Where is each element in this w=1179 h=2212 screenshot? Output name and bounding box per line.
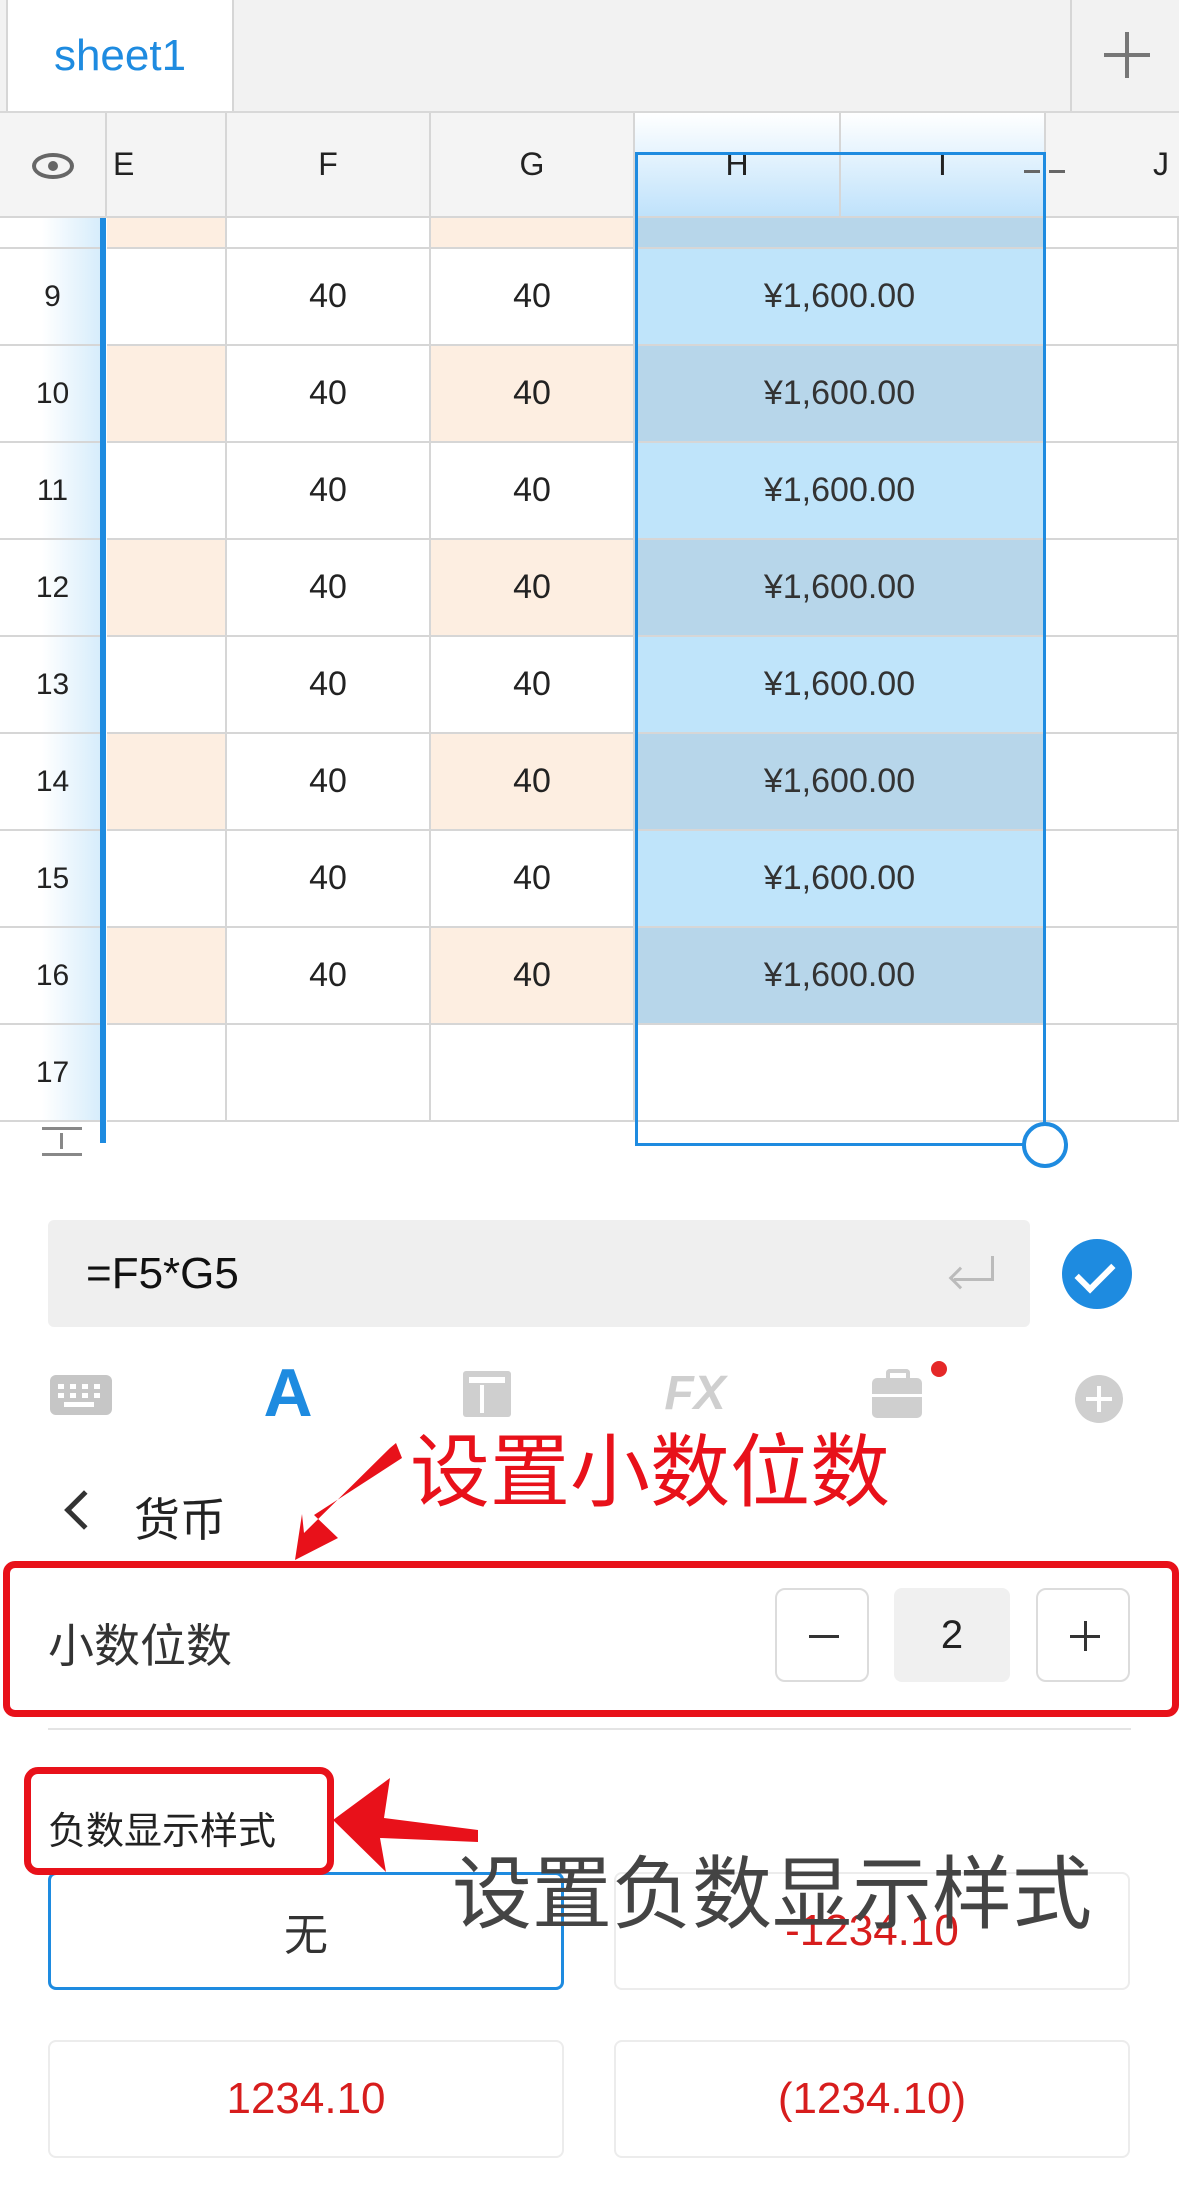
table-cell[interactable] [1046,249,1179,346]
table-cell[interactable] [1046,928,1179,1025]
column-header-g[interactable]: G [431,113,635,218]
table-cell[interactable]: 40 [227,928,431,1025]
select-all-corner[interactable] [0,113,107,218]
table-cell[interactable]: 40 [431,928,635,1025]
formula-input[interactable]: =F5*G5 [48,1220,1030,1327]
formula-bar: =F5*G5 [0,1188,1179,1338]
table-cell[interactable]: 40 [431,249,635,346]
table-cell[interactable]: 40 [227,443,431,540]
table-cell[interactable]: 40 [431,831,635,928]
table-cell[interactable] [1046,443,1179,540]
table-cell[interactable] [107,637,227,734]
table-cell[interactable] [1046,1025,1179,1122]
annotation-text-negative: 设置负数显示样式 [452,1850,1092,1939]
table-cell[interactable]: 40 [431,540,635,637]
table-cell[interactable]: ¥1,600.00 [635,928,1046,1025]
fill-handle[interactable] [1022,1122,1068,1168]
row-header[interactable]: 17 [0,1025,105,1122]
notification-dot [931,1361,947,1377]
row-header[interactable]: 11 [0,443,105,540]
row-header-selection-strip [100,218,106,1143]
row-header[interactable]: 14 [0,734,105,831]
back-chevron-icon [64,1490,104,1530]
tab-sheet1[interactable]: sheet1 [6,0,234,111]
table-cell[interactable]: ¥1,600.00 [635,443,1046,540]
table-cell[interactable] [1046,734,1179,831]
table-cell[interactable] [227,1025,431,1122]
table-cell[interactable] [107,928,227,1025]
freeze-columns-icon[interactable] [1022,153,1068,195]
enter-icon[interactable] [948,1256,994,1292]
table-cell[interactable]: 40 [431,637,635,734]
column-header-e[interactable]: E [107,113,227,218]
table-cell[interactable]: ¥1,600.00 [635,734,1046,831]
table-cell[interactable]: ¥1,600.00 [635,540,1046,637]
table-cell[interactable] [107,540,227,637]
row-header[interactable]: 12 [0,540,105,637]
annotation-text-decimal: 设置小数位数 [410,1428,890,1517]
table-cell[interactable]: 40 [431,443,635,540]
table-cell[interactable]: ¥1,600.00 [635,249,1046,346]
table-cell[interactable] [107,249,227,346]
row-header[interactable]: 9 [0,249,105,346]
row-header[interactable]: 10 [0,346,105,443]
add-icon[interactable] [1075,1375,1123,1423]
table-cell[interactable] [1046,831,1179,928]
table-cell[interactable]: 40 [227,249,431,346]
negative-option-red[interactable]: 1234.10 [48,2040,564,2158]
add-sheet-button[interactable] [1070,0,1179,111]
back-label: 货币 [134,1494,226,1546]
table-cell[interactable] [107,346,227,443]
table-cell[interactable] [107,443,227,540]
table-cell[interactable] [635,1025,1046,1122]
table-cell[interactable]: 40 [227,346,431,443]
table-cell[interactable] [107,1025,227,1122]
table-cell[interactable]: 40 [431,346,635,443]
annotation-highlight-decimal [3,1561,1179,1717]
keyboard-icon[interactable] [50,1375,112,1415]
font-style-icon[interactable]: A [252,1338,324,1448]
table-cell[interactable]: 40 [431,734,635,831]
column-header-h[interactable]: H [635,113,841,218]
table-cell[interactable]: 40 [227,831,431,928]
table-cell[interactable] [107,734,227,831]
row-header[interactable]: 15 [0,831,105,928]
table-cell[interactable] [1046,637,1179,734]
column-header-i[interactable]: I [841,113,1046,218]
column-header-f[interactable]: F [227,113,431,218]
table-cell[interactable] [1046,346,1179,443]
row-header[interactable]: 13 [0,637,105,734]
formula-text: =F5*G5 [86,1248,239,1298]
table-cell[interactable]: ¥1,600.00 [635,346,1046,443]
expand-rows-icon[interactable] [42,1125,82,1171]
divider [48,1728,1131,1730]
table-cell[interactable]: 40 [227,540,431,637]
eye-icon[interactable] [32,153,74,179]
table-cell[interactable] [107,831,227,928]
table-cell[interactable] [431,1025,635,1122]
table-cell[interactable]: ¥1,600.00 [635,831,1046,928]
table-cell[interactable]: 40 [227,637,431,734]
negative-option-parentheses[interactable]: (1234.10) [614,2040,1130,2158]
annotation-highlight-negative [24,1767,334,1875]
table-cell[interactable] [1046,540,1179,637]
row-header[interactable]: 16 [0,928,105,1025]
spreadsheet-grid[interactable]: 76014¥840.00820100¥2,000.0094040¥1,600.0… [0,113,1179,1188]
check-icon[interactable] [1062,1239,1132,1309]
sheet-tab-bar: sheet1 [0,0,1179,113]
table-cell[interactable]: ¥1,600.00 [635,637,1046,734]
table-cell[interactable]: 40 [227,734,431,831]
